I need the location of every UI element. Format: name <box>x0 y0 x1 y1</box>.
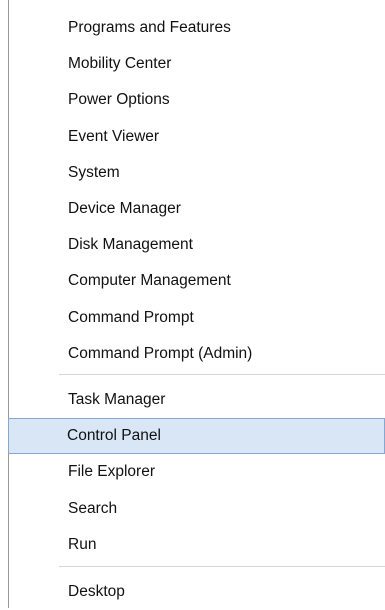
menu-item-file-explorer[interactable]: File Explorer <box>9 454 385 490</box>
menu-item-desktop[interactable]: Desktop <box>9 574 385 610</box>
menu-item-task-manager[interactable]: Task Manager <box>9 382 385 418</box>
menu-item-control-panel[interactable]: Control Panel <box>8 418 385 455</box>
menu-separator <box>59 374 385 375</box>
menu-item-power-options[interactable]: Power Options <box>9 82 385 118</box>
menu-item-mobility-center[interactable]: Mobility Center <box>9 46 385 82</box>
menu-item-computer-management[interactable]: Computer Management <box>9 263 385 299</box>
menu-separator <box>59 566 385 567</box>
menu-group-system-tools: Task Manager Control Panel File Explorer… <box>8 382 385 563</box>
menu-group-desktop: Desktop <box>9 574 385 610</box>
menu-item-search[interactable]: Search <box>9 491 385 527</box>
menu-item-run[interactable]: Run <box>9 527 385 563</box>
menu-item-command-prompt[interactable]: Command Prompt <box>9 300 385 336</box>
menu-item-command-prompt-admin[interactable]: Command Prompt (Admin) <box>9 336 385 372</box>
power-user-context-menu: Programs and Features Mobility Center Po… <box>0 0 385 608</box>
menu-item-event-viewer[interactable]: Event Viewer <box>9 119 385 155</box>
menu-item-system[interactable]: System <box>9 155 385 191</box>
menu-group-admin-tools: Programs and Features Mobility Center Po… <box>9 10 385 372</box>
menu-item-disk-management[interactable]: Disk Management <box>9 227 385 263</box>
menu-item-programs-and-features[interactable]: Programs and Features <box>9 10 385 46</box>
menu-item-device-manager[interactable]: Device Manager <box>9 191 385 227</box>
